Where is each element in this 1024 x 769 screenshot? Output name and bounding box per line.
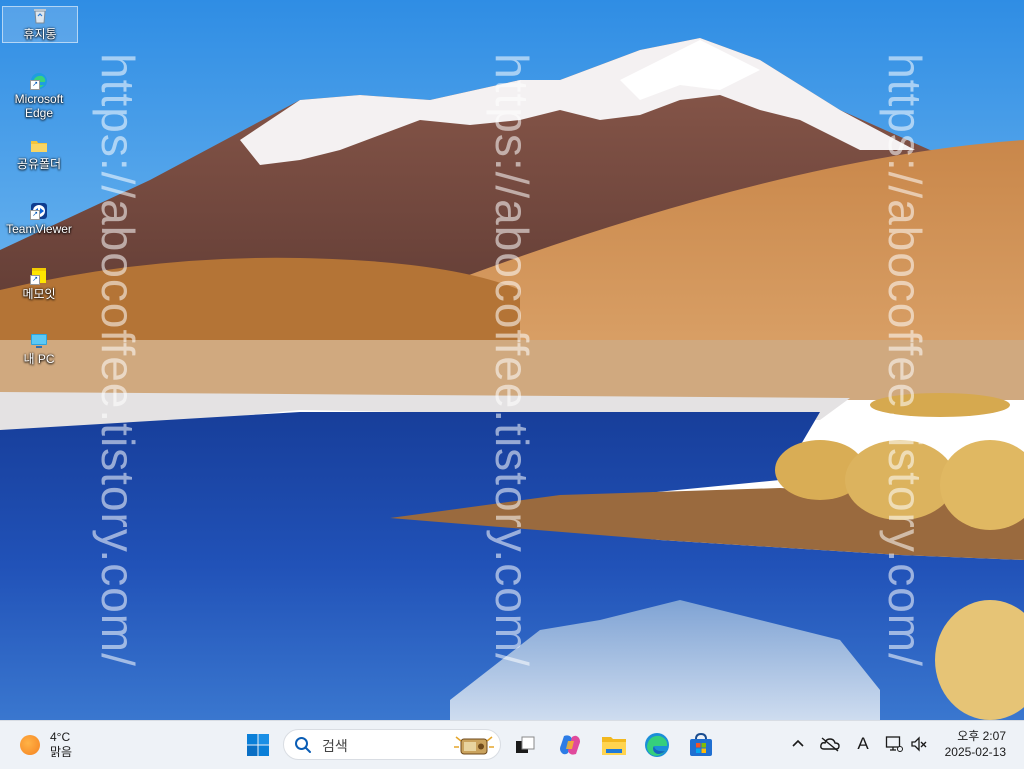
show-hidden-icons-button[interactable] [789,735,807,753]
onedrive-icon [820,737,840,752]
edge-icon [645,733,669,757]
teamviewer-icon: ↗ [30,202,48,220]
chevron-up-icon [792,739,804,747]
this-pc-icon [30,332,48,350]
weather-temperature: 4°C [50,730,71,744]
folder-icon [30,137,48,155]
desktop-icon-label: 메모잇 [22,287,56,301]
desktop-icon-shared-folder[interactable]: 공유폴더 [2,137,76,171]
taskbar: 4°C 맑음 검색 A 오후 2:07 2025-02-13 [0,720,1024,769]
shortcut-arrow-icon: ↗ [30,275,40,285]
desktop-icon-label: 휴지통 [23,27,57,41]
sun-icon [20,735,40,755]
edge-taskbar-button[interactable] [643,731,671,759]
onedrive-tray-button[interactable] [819,735,841,753]
shortcut-arrow-icon: ↗ [30,210,40,220]
microsoft-store-icon [690,732,712,756]
weather-condition: 맑음 [50,745,73,759]
windows-start-icon [247,734,269,756]
copilot-button[interactable] [556,731,584,759]
volume-tray-button[interactable] [910,735,928,753]
watermark-text: https://abocoffee.tistory.com/ [486,53,538,667]
microsoft-store-button[interactable] [687,731,715,759]
volume-mute-icon [911,736,927,752]
desktop-icon-this-pc[interactable]: 내 PC [2,332,76,366]
search-input[interactable] [320,735,434,757]
copilot-icon [560,735,580,755]
recycle-bin-icon [31,7,49,25]
watermark-text: https://abocoffee.tistory.com/ [92,53,144,667]
taskbar-search[interactable] [283,729,501,760]
file-explorer-icon [602,737,626,755]
ime-indicator[interactable]: A [854,735,872,753]
file-explorer-button[interactable] [600,731,628,759]
system-clock[interactable]: 오후 2:07 2025-02-13 [945,728,1006,760]
network-tray-button[interactable] [885,735,903,753]
desktop-icon-label: TeamViewer [6,222,72,236]
desktop-icon-edge[interactable]: ↗ Microsoft Edge [2,72,76,120]
start-button[interactable] [244,731,272,759]
weather-widget[interactable]: 4°C 맑음 [20,730,72,760]
desktop-icon-recycle-bin[interactable]: 휴지통 [2,6,78,43]
desktop-icon-teamviewer[interactable]: ↗ TeamViewer [2,202,76,236]
task-view-icon [516,736,535,753]
memo-icon: ↗ [30,267,48,285]
search-icon [295,737,311,753]
search-highlight-radio-icon[interactable] [452,733,496,757]
desktop-icon-memo[interactable]: ↗ 메모잇 [2,267,76,301]
clock-time: 오후 2:07 [957,729,1006,743]
desktop-icon-label: Microsoft Edge [14,92,64,120]
desktop-icon-label: 내 PC [23,352,55,366]
watermark-text: https://abocoffee.tistory.com/ [879,53,931,667]
edge-icon: ↗ [30,72,48,90]
network-icon [885,736,903,752]
show-desktop-button[interactable] [1018,721,1024,769]
clock-date: 2025-02-13 [944,745,1006,759]
task-view-button[interactable] [511,731,539,759]
shortcut-arrow-icon: ↗ [30,80,40,90]
desktop-icon-label: 공유폴더 [16,157,62,171]
